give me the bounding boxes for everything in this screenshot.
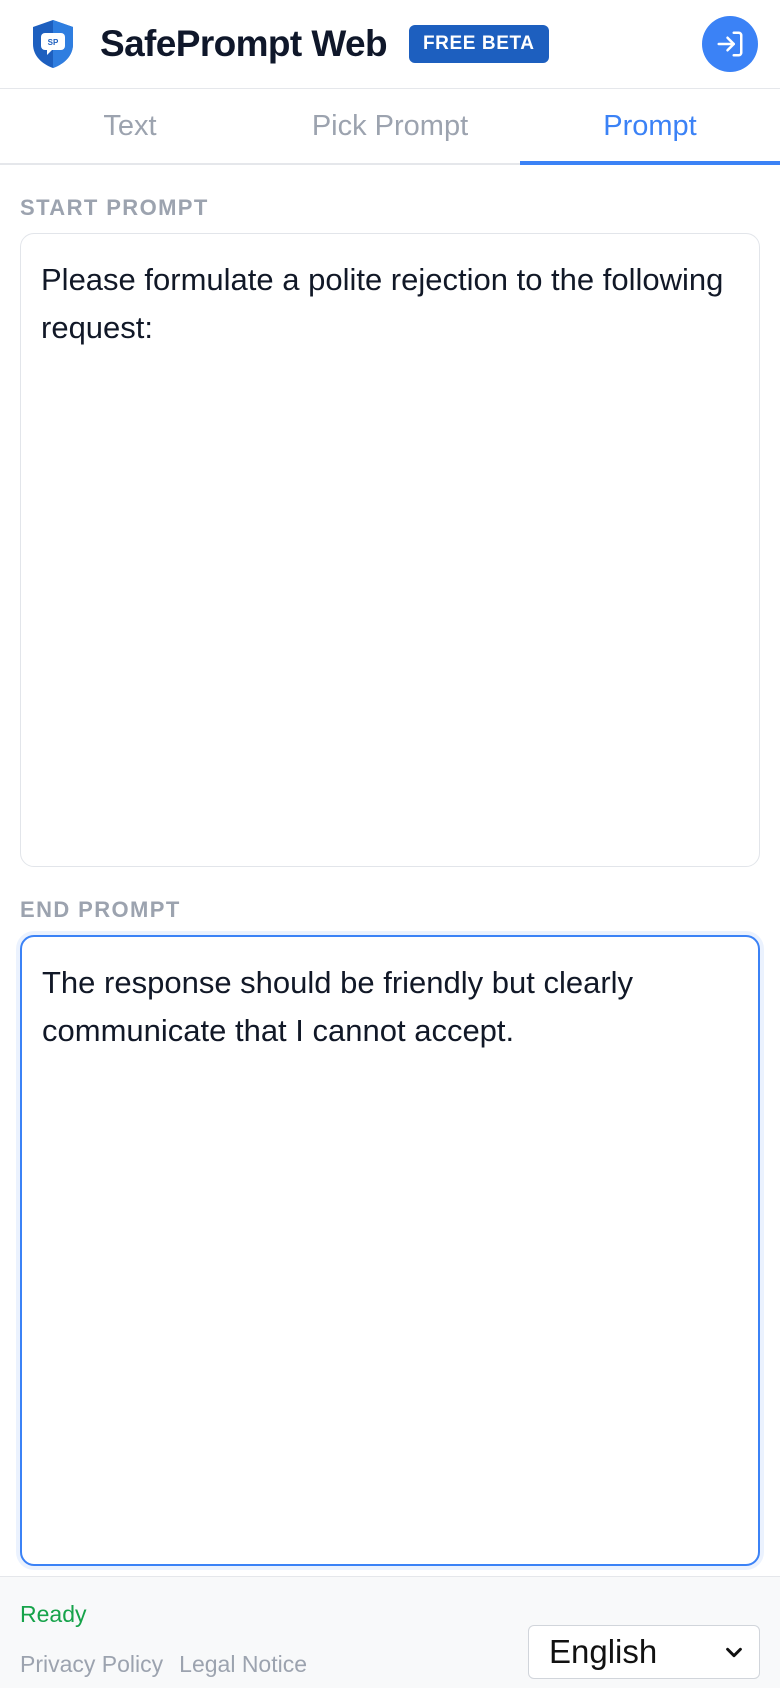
language-select[interactable]: English (528, 1625, 760, 1679)
tab-text[interactable]: Text (0, 89, 260, 163)
beta-badge: FREE BETA (408, 25, 549, 63)
tab-pick-prompt[interactable]: Pick Prompt (260, 89, 520, 163)
app-header: SP SafePrompt Web FREE BETA (0, 0, 780, 89)
end-prompt-label: END PROMPT (20, 897, 181, 922)
login-button[interactable] (702, 16, 758, 72)
privacy-policy-link[interactable]: Privacy Policy (20, 1651, 163, 1678)
end-prompt-textarea[interactable]: The response should be friendly but clea… (20, 935, 760, 1566)
chevron-down-icon (726, 1647, 742, 1658)
prompt-editor: START PROMPT Please formulate a polite r… (0, 195, 780, 1566)
status-text: Ready (20, 1601, 87, 1627)
shield-logo-icon: SP (30, 18, 76, 70)
language-value: English (549, 1633, 658, 1670)
login-arrow-icon (717, 31, 743, 57)
legal-notice-link[interactable]: Legal Notice (179, 1651, 307, 1678)
app-title: SafePrompt Web (100, 23, 388, 64)
footer: Ready Privacy Policy Legal Notice Englis… (0, 1576, 780, 1688)
footer-links: Privacy Policy Legal Notice (20, 1651, 307, 1678)
tab-bar: Text Pick Prompt Prompt (0, 89, 780, 165)
tab-prompt[interactable]: Prompt (520, 89, 780, 165)
logo-text: SP (48, 38, 59, 47)
start-prompt-textarea[interactable]: Please formulate a polite rejection to t… (20, 233, 760, 867)
start-prompt-label: START PROMPT (20, 195, 209, 220)
